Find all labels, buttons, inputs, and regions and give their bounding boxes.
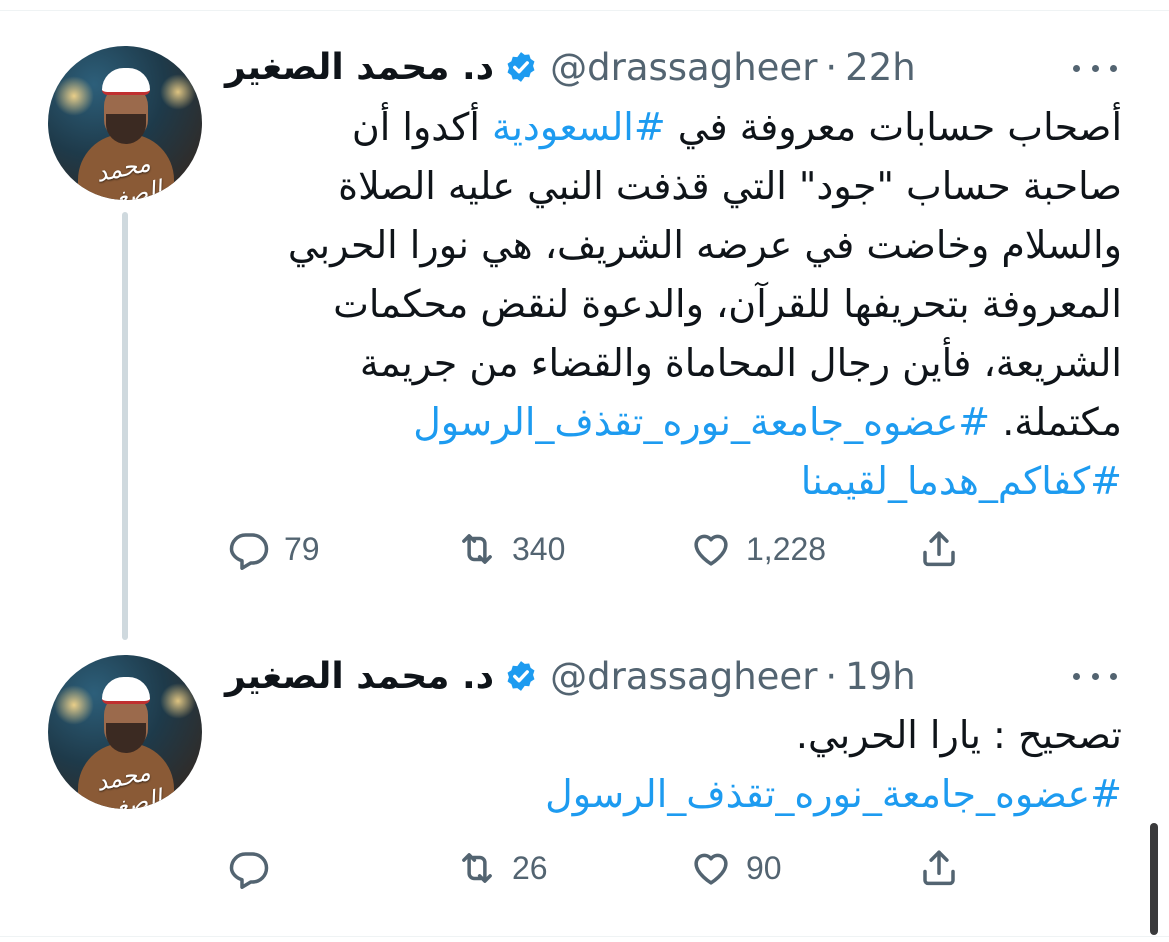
text-segment: مكتملة. [990,400,1122,444]
like-count: 90 [746,849,782,886]
reply-icon [229,533,269,570]
share-button[interactable] [918,847,960,889]
verified-badge-icon [507,661,535,691]
text-segment: أكدوا أن [351,105,492,149]
tweet-text-line: صاحبة حساب "جود" التي قذفت النبي عليه ال… [222,157,1122,216]
tweet-text-line: #عضوه_جامعة_نوره_تقذف_الرسول [222,765,1122,824]
text-segment: أصحاب حسابات معروفة في [665,105,1122,149]
header-separator: · [825,654,838,698]
tweet-text: أصحاب حسابات معروفة في #السعودية أكدوا أ… [222,98,1122,511]
reply-button[interactable] [228,847,284,889]
author-handle[interactable]: @drassagheer [550,655,817,698]
verified-badge-icon [507,52,535,82]
header-separator: · [825,45,838,89]
reply-icon [229,852,269,889]
author-handle[interactable]: @drassagheer [550,46,817,89]
author-name[interactable]: د. محمد الصغير [225,656,494,697]
tweet-actions: 79 340 1,228 [228,528,988,578]
text-segment: صاحبة حساب "جود" التي قذفت النبي عليه ال… [338,164,1122,208]
like-icon [694,534,728,566]
like-button[interactable]: 1,228 [690,528,826,570]
tweet-timestamp[interactable]: 22h [845,46,916,89]
hashtag-link[interactable]: #عضوه_جامعة_نوره_تقذف_الرسول [413,400,990,444]
hashtag-link[interactable]: #السعودية [492,105,666,149]
like-icon [694,853,728,885]
scrollbar[interactable] [1150,823,1158,935]
retweet-count: 26 [512,849,548,886]
like-count: 1,228 [746,530,827,567]
more-icon[interactable] [1073,58,1117,78]
hashtag-link[interactable]: #عضوه_جامعة_نوره_تقذف_الرسول [545,772,1122,816]
author-avatar[interactable]: محمد الصغير [48,655,202,809]
retweet-count: 340 [512,530,566,567]
tweet-timestamp[interactable]: 19h [845,655,916,698]
like-button[interactable]: 90 [690,847,782,889]
reply-button[interactable]: 79 [228,528,320,570]
thread-line [122,212,128,640]
tweet-actions: 26 90 [228,847,988,897]
tweet-text-line: والسلام وخاضت في عرضه الشريف، هي نورا ال… [222,216,1122,275]
retweet-icon [462,853,492,883]
hashtag-link[interactable]: #كفاكم_هدما_لقيمنا [801,459,1122,503]
retweet-icon [462,534,492,564]
text-segment: المعروفة بتحريفها للقرآن، والدعوة لنقض م… [333,282,1122,326]
text-segment: والسلام وخاضت في عرضه الشريف، هي نورا ال… [287,223,1122,267]
text-segment: تصحيح : يارا الحربي. [795,713,1122,757]
reply-count: 79 [284,530,320,567]
retweet-button[interactable]: 340 [456,528,565,570]
tweet-text-line: الشريعة، فأين رجال المحاماة والقضاء من ج… [222,334,1122,393]
top-divider [0,10,1169,11]
tweet-text-line: أصحاب حسابات معروفة في #السعودية أكدوا أ… [222,98,1122,157]
share-icon [923,531,955,567]
share-button[interactable] [918,528,960,570]
tweet-text-line: تصحيح : يارا الحربي. [222,706,1122,765]
text-segment: الشريعة، فأين رجال المحاماة والقضاء من ج… [359,341,1122,385]
tweet-text-line: المعروفة بتحريفها للقرآن، والدعوة لنقض م… [222,275,1122,334]
author-name[interactable]: د. محمد الصغير [225,47,494,88]
tweet-text-line: #كفاكم_هدما_لقيمنا [222,452,1122,511]
tweet-text: تصحيح : يارا الحربي. #عضوه_جامعة_نوره_تقذ… [222,706,1122,824]
retweet-button[interactable]: 26 [456,847,548,889]
author-avatar[interactable]: محمد الصغير [48,46,202,200]
tweet-header: د. محمد الصغير @drassagheer · 22h [225,45,916,89]
share-icon [923,850,955,886]
bottom-divider [0,936,1169,937]
tweet-text-line: مكتملة. #عضوه_جامعة_نوره_تقذف_الرسول [222,393,1122,452]
tweet-header: د. محمد الصغير @drassagheer · 19h [225,654,916,698]
more-icon[interactable] [1073,666,1117,686]
